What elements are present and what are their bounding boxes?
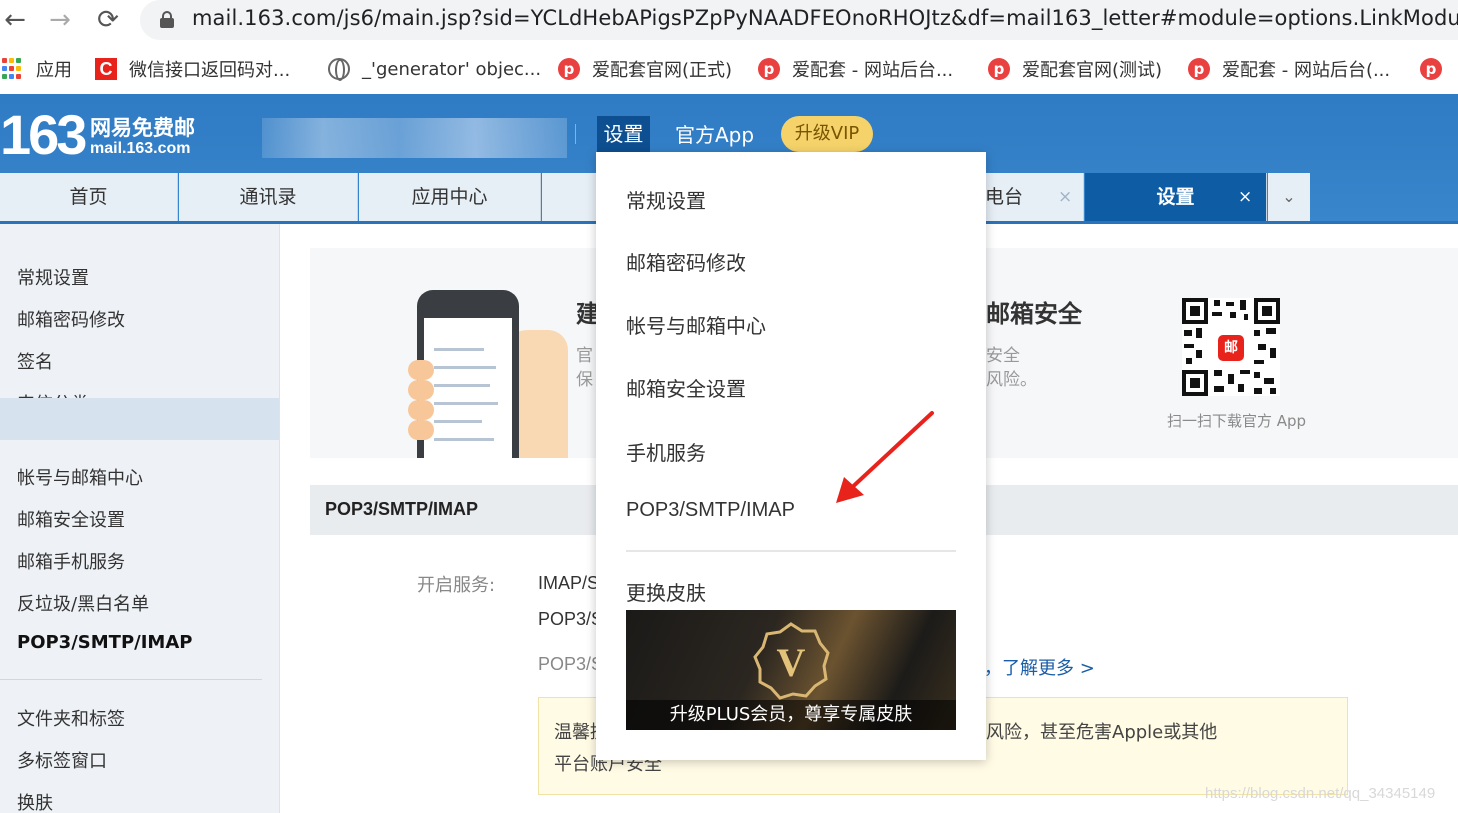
globe-icon bbox=[328, 58, 350, 81]
logo-cn: 网易免费邮 bbox=[90, 116, 195, 140]
dropdown-item-pop3[interactable]: POP3/SMTP/IMAP bbox=[626, 499, 795, 522]
phone-line bbox=[434, 420, 482, 423]
csdn-c-icon: C bbox=[95, 58, 117, 80]
phone-line bbox=[434, 384, 490, 387]
dropdown-item-account-center[interactable]: 帐号与邮箱中心 bbox=[626, 310, 766, 339]
sidebar-divider bbox=[0, 679, 262, 680]
dropdown-item-mobile[interactable]: 手机服务 bbox=[626, 437, 706, 466]
service-pop3-note: POP3/S bbox=[538, 654, 604, 674]
learn-more-link[interactable]: ，了解更多 > bbox=[984, 654, 1095, 680]
banner-title-right: 邮箱安全 bbox=[986, 300, 1082, 328]
service-imap[interactable]: IMAP/S bbox=[538, 573, 599, 594]
watermark: https://blog.csdn.net/qq_34345149 bbox=[1205, 785, 1436, 802]
bookmark-aipeitao-admin-2[interactable]: p 爱配套 - 网站后台(... bbox=[1188, 56, 1390, 82]
notice-text: 风险，甚至危害Apple或其他 bbox=[986, 722, 1218, 743]
dropdown-divider bbox=[626, 550, 956, 552]
chevron-down-icon[interactable]: ⌄ bbox=[1268, 173, 1310, 221]
header-divider bbox=[575, 124, 576, 144]
tab-settings[interactable]: 设置 × bbox=[1085, 173, 1267, 221]
bookmark-generator[interactable]: _'generator' objec... bbox=[328, 56, 541, 82]
vip-badge-letter: V bbox=[777, 640, 806, 685]
logo-en: mail.163.com bbox=[90, 140, 191, 157]
dropdown-item-general[interactable]: 常规设置 bbox=[626, 185, 706, 214]
bookmark-label: 爱配套 - 网站后台... bbox=[792, 60, 954, 81]
blurred-account bbox=[262, 118, 567, 158]
sidebar-item-pop3[interactable]: POP3/SMTP/IMAP bbox=[17, 632, 192, 653]
banner-text: 官 bbox=[576, 346, 593, 366]
sidebar-item-security[interactable]: 邮箱安全设置 bbox=[17, 506, 125, 532]
banner-text: 安全 bbox=[986, 346, 1020, 366]
dropdown-item-skin[interactable]: 更换皮肤 bbox=[626, 577, 706, 606]
tab-apps[interactable]: 应用中心 bbox=[359, 173, 541, 221]
header-settings-button[interactable]: 设置 bbox=[597, 116, 650, 152]
finger-illustration bbox=[408, 380, 434, 400]
sidebar-item-multitab[interactable]: 多标签窗口 bbox=[17, 747, 107, 773]
bookmark-label: 爱配套 - 网站后台(... bbox=[1222, 60, 1391, 81]
tab-settings-label: 设置 bbox=[1156, 186, 1195, 208]
aipeitao-icon: p bbox=[1188, 58, 1210, 80]
close-icon[interactable]: × bbox=[1058, 173, 1072, 221]
tab-radio-label: 电台 bbox=[985, 186, 1024, 208]
bookmarks-bar: 应用 C 微信接口返回码对... _'generator' objec... p… bbox=[0, 42, 1458, 94]
dropdown-item-password[interactable]: 邮箱密码修改 bbox=[626, 247, 746, 276]
address-bar[interactable]: mail.163.com/js6/main.jsp?sid=YCLdHebAPi… bbox=[140, 0, 1458, 40]
aipeitao-icon: p bbox=[558, 58, 580, 80]
bookmark-aipeitao-test[interactable]: p 爱配套官网(测试) bbox=[988, 56, 1162, 82]
phone-line bbox=[434, 366, 496, 369]
bookmark-label: 爱配套官网(测试) bbox=[1022, 60, 1163, 81]
bookmark-label: 应用 bbox=[36, 60, 72, 81]
url-text[interactable]: mail.163.com/js6/main.jsp?sid=YCLdHebAPi… bbox=[192, 6, 1458, 30]
lock-icon bbox=[160, 11, 174, 28]
sidebar-item-signature[interactable]: 签名 bbox=[17, 348, 53, 374]
sidebar-item-password[interactable]: 邮箱密码修改 bbox=[17, 306, 125, 332]
phone-line bbox=[434, 348, 484, 351]
bookmark-aipeitao-admin[interactable]: p 爱配套 - 网站后台... bbox=[758, 56, 953, 82]
bookmark-label: 微信接口返回码对... bbox=[129, 60, 291, 81]
banner-text: 保 bbox=[576, 370, 593, 390]
phone-line bbox=[434, 402, 498, 405]
aipeitao-icon: p bbox=[758, 58, 780, 80]
qr-caption: 扫一扫下载官方 App bbox=[1167, 412, 1307, 430]
tab-contacts[interactable]: 通讯录 bbox=[179, 173, 358, 221]
tab-home[interactable]: 首页 bbox=[0, 173, 178, 221]
header-app-link[interactable]: 官方App bbox=[675, 119, 754, 148]
sidebar-item-account-center[interactable]: 帐号与邮箱中心 bbox=[17, 464, 143, 490]
skin-caption: 升级PLUS会员，尊享专属皮肤 bbox=[626, 700, 956, 730]
finger-illustration bbox=[408, 400, 434, 420]
section-title: POP3/SMTP/IMAP bbox=[325, 499, 479, 519]
aipeitao-icon: p bbox=[988, 58, 1010, 80]
bookmark-apps[interactable]: 应用 bbox=[2, 56, 72, 82]
service-label: 开启服务: bbox=[417, 575, 496, 596]
finger-illustration bbox=[408, 360, 434, 380]
reload-icon[interactable]: ⟳ bbox=[93, 5, 123, 35]
service-pop3[interactable]: POP3/S bbox=[538, 609, 603, 630]
sidebar-item-antispam[interactable]: 反垃圾/黑白名单 bbox=[17, 590, 149, 616]
close-icon[interactable]: × bbox=[1238, 173, 1252, 221]
finger-illustration bbox=[408, 420, 434, 440]
aipeitao-icon: p bbox=[1420, 58, 1442, 80]
sidebar-item-skin[interactable]: 换肤 bbox=[17, 789, 53, 813]
upgrade-vip-button[interactable]: 升级VIP bbox=[781, 116, 873, 152]
bookmark-overflow[interactable]: p bbox=[1420, 56, 1454, 82]
sidebar-item-mobile[interactable]: 邮箱手机服务 bbox=[17, 548, 125, 574]
vip-badge-icon: V bbox=[752, 622, 830, 700]
annotation-arrow-icon bbox=[836, 411, 934, 503]
mail-logo-icon: 邮 bbox=[1218, 335, 1244, 361]
sidebar-item-general[interactable]: 常规设置 bbox=[17, 264, 89, 290]
banner-text: 风险。 bbox=[986, 370, 1037, 390]
bookmark-label: _'generator' objec... bbox=[362, 58, 542, 80]
phone-screen bbox=[424, 318, 512, 458]
logo-number[interactable]: 163 bbox=[0, 102, 87, 167]
dropdown-item-security[interactable]: 邮箱安全设置 bbox=[626, 373, 746, 402]
bookmark-wechat[interactable]: C 微信接口返回码对... bbox=[95, 56, 290, 82]
sidebar-active-highlight bbox=[0, 398, 279, 440]
forward-icon[interactable]: → bbox=[45, 5, 75, 35]
browser-toolbar: ← → ⟳ mail.163.com/js6/main.jsp?sid=YCLd… bbox=[0, 0, 1458, 42]
bookmark-label: 爱配套官网(正式) bbox=[592, 60, 733, 81]
apps-grid-icon bbox=[2, 58, 24, 80]
back-icon[interactable]: ← bbox=[0, 5, 30, 35]
phone-line bbox=[434, 438, 494, 441]
sidebar-item-folders[interactable]: 文件夹和标签 bbox=[17, 705, 125, 731]
bookmark-aipeitao-prod[interactable]: p 爱配套官网(正式) bbox=[558, 56, 732, 82]
